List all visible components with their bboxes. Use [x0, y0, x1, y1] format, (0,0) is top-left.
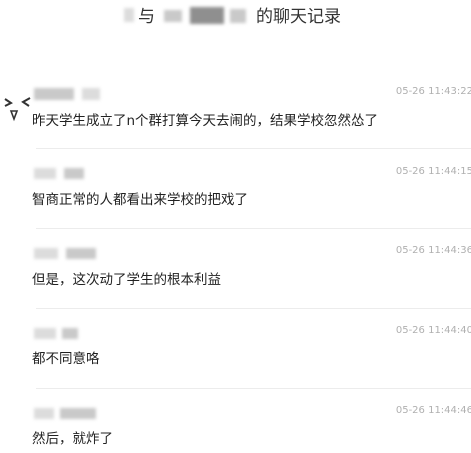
message-timestamp: 05-26 11:44:40 — [395, 325, 471, 336]
message-item: 05-26 11:44:15 智商正常的人都看出来学校的把戏了 — [0, 163, 471, 223]
message-timestamp: 05-26 11:43:22 — [395, 86, 471, 97]
message-text: 都不同意咯 — [32, 351, 100, 367]
redacted-sender-name — [60, 408, 96, 419]
message-divider — [36, 388, 471, 389]
message-timestamp: 05-26 11:44:46 — [395, 405, 471, 416]
redacted-sender-name — [34, 168, 56, 179]
redacted-contact-name — [164, 10, 182, 22]
redacted-contact-name — [230, 9, 246, 23]
message-item: 05-26 11:44:40 都不同意咯 — [0, 323, 471, 383]
message-divider — [36, 308, 471, 309]
message-divider — [36, 148, 471, 149]
redacted-sender-name — [66, 248, 96, 259]
message-item: 05-26 11:43:22 昨天学生成立了n个群打算今天去闹的，结果学校忽然怂… — [0, 82, 471, 142]
message-timestamp: 05-26 11:44:15 — [395, 166, 471, 177]
redacted-sender-name — [34, 88, 74, 100]
message-divider — [36, 228, 471, 229]
message-text: 昨天学生成立了n个群打算今天去闹的，结果学校忽然怂了 — [32, 113, 379, 129]
redacted-sender-name — [34, 408, 54, 419]
message-text: 然后，就炸了 — [32, 431, 113, 447]
message-text: 智商正常的人都看出来学校的把戏了 — [32, 192, 248, 208]
redacted-sender-name — [64, 168, 84, 179]
header-title-suffix: 的聊天记录 — [256, 7, 341, 27]
redacted-sender-name — [34, 248, 58, 259]
message-timestamp: 05-26 11:44:36 — [395, 245, 471, 256]
header-title-prefix: 与 — [138, 7, 155, 27]
message-item: 05-26 11:44:46 然后，就炸了 — [0, 403, 471, 453]
message-item: 05-26 11:44:36 但是，这次动了学生的根本利益 — [0, 243, 471, 303]
redacted-contact-name — [190, 7, 224, 24]
redacted-sender-name — [34, 328, 56, 339]
redacted-sender-name — [82, 88, 100, 100]
redacted-sender-name — [62, 328, 78, 339]
message-text: 但是，这次动了学生的根本利益 — [32, 272, 221, 288]
redacted-avatar-left — [124, 8, 134, 22]
